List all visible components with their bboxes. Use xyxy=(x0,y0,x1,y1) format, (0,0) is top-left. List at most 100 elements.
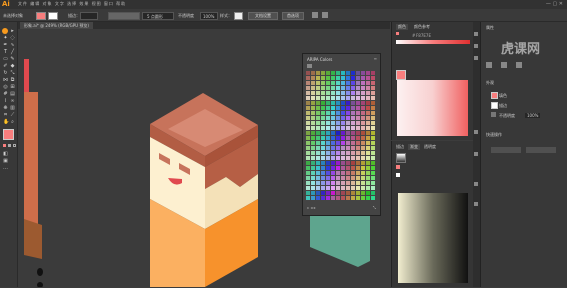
swatch-chip[interactable] xyxy=(326,156,330,160)
swatch-chip[interactable] xyxy=(316,166,320,170)
swatch-chip[interactable] xyxy=(351,111,355,115)
swatch-chip[interactable] xyxy=(351,176,355,180)
swatch-chip[interactable] xyxy=(366,91,370,95)
stroke-swatch[interactable] xyxy=(48,12,58,20)
none-mode-icon[interactable] xyxy=(13,144,16,147)
swatch-chip[interactable] xyxy=(371,131,375,135)
curvature-icon[interactable]: ∿ xyxy=(10,43,15,48)
swatch-chip[interactable] xyxy=(306,96,310,100)
dock-icon-4[interactable] xyxy=(474,130,478,134)
artboard-icon[interactable]: ⌗ xyxy=(3,113,8,118)
swatch-chip[interactable] xyxy=(336,181,340,185)
swatch-chip[interactable] xyxy=(351,171,355,175)
swatch-chip[interactable] xyxy=(336,126,340,130)
swatch-chip[interactable] xyxy=(351,121,355,125)
gradient-stroke-indicator[interactable] xyxy=(396,173,400,177)
swatch-chip[interactable] xyxy=(341,156,345,160)
swatch-chip[interactable] xyxy=(321,126,325,130)
swatch-chip[interactable] xyxy=(321,191,325,195)
swatch-chip[interactable] xyxy=(371,86,375,90)
swatch-chip[interactable] xyxy=(331,121,335,125)
swatch-chip[interactable] xyxy=(346,131,350,135)
swatch-chip[interactable] xyxy=(346,121,350,125)
swatch-chip[interactable] xyxy=(346,146,350,150)
swatch-chip[interactable] xyxy=(351,71,355,75)
swatch-chip[interactable] xyxy=(316,131,320,135)
swatch-chip[interactable] xyxy=(341,176,345,180)
shaper-icon[interactable]: ✐ xyxy=(3,64,8,69)
gradient-tool-icon[interactable]: ▤ xyxy=(10,92,15,97)
swatch-chip[interactable] xyxy=(366,101,370,105)
swatch-chip[interactable] xyxy=(311,126,315,130)
swatch-chip[interactable] xyxy=(336,146,340,150)
swatch-chip[interactable] xyxy=(356,81,360,85)
swatch-chip[interactable] xyxy=(331,126,335,130)
swatch-chip[interactable] xyxy=(351,76,355,80)
swatch-chip[interactable] xyxy=(311,71,315,75)
swatch-chip[interactable] xyxy=(361,146,365,150)
lasso-icon[interactable]: ◌ xyxy=(10,36,15,41)
swatch-chip[interactable] xyxy=(341,111,345,115)
variable-width-profile[interactable] xyxy=(108,12,140,20)
swatch-chip[interactable] xyxy=(361,171,365,175)
swatch-chip[interactable] xyxy=(321,101,325,105)
swatch-chip[interactable] xyxy=(311,131,315,135)
swatch-chip[interactable] xyxy=(331,176,335,180)
dock-icon-5[interactable] xyxy=(474,152,478,156)
panel-resize-icon[interactable]: ⤡ xyxy=(373,205,376,210)
swatch-chip[interactable] xyxy=(346,191,350,195)
swatch-chip[interactable] xyxy=(316,191,320,195)
swatch-chip[interactable] xyxy=(356,76,360,80)
swatch-chip[interactable] xyxy=(366,166,370,170)
opacity-field[interactable]: 100% xyxy=(200,12,218,20)
swatch-chip[interactable] xyxy=(336,106,340,110)
rulers-icon[interactable] xyxy=(516,62,522,68)
swatch-chip[interactable] xyxy=(336,91,340,95)
swatch-chip[interactable] xyxy=(321,141,325,145)
swatch-chip[interactable] xyxy=(336,86,340,90)
swatch-chip[interactable] xyxy=(336,116,340,120)
swatch-chip[interactable] xyxy=(321,161,325,165)
swatch-chip[interactable] xyxy=(311,166,315,170)
tab-color[interactable]: 颜色 xyxy=(396,24,408,30)
swatch-chip[interactable] xyxy=(346,96,350,100)
swatch-chip[interactable] xyxy=(371,76,375,80)
fill-color-icon[interactable] xyxy=(3,129,14,140)
swatch-chip[interactable] xyxy=(361,71,365,75)
swatch-chip[interactable] xyxy=(306,191,310,195)
swatch-chip[interactable] xyxy=(341,106,345,110)
swatch-chip[interactable] xyxy=(356,91,360,95)
swatch-chip[interactable] xyxy=(371,141,375,145)
dock-icon-3[interactable] xyxy=(474,56,478,60)
swatch-chip[interactable] xyxy=(306,166,310,170)
swatch-chip[interactable] xyxy=(371,111,375,115)
gradient-mode-icon[interactable] xyxy=(8,144,11,147)
swatch-chip[interactable] xyxy=(326,71,330,75)
swatch-chip[interactable] xyxy=(366,171,370,175)
swatch-chip[interactable] xyxy=(356,71,360,75)
swatch-chip[interactable] xyxy=(351,156,355,160)
swatch-chip[interactable] xyxy=(321,186,325,190)
swatch-chip[interactable] xyxy=(326,151,330,155)
swatch-chip[interactable] xyxy=(361,106,365,110)
swatch-chip[interactable] xyxy=(371,186,375,190)
swatch-chip[interactable] xyxy=(316,86,320,90)
swatch-chip[interactable] xyxy=(346,151,350,155)
swatch-chip[interactable] xyxy=(366,156,370,160)
swatch-chip[interactable] xyxy=(366,196,370,200)
swatch-chip[interactable] xyxy=(371,96,375,100)
menu-items[interactable]: 文件 编辑 对象 文字 选择 效果 视图 窗口 帮助 xyxy=(18,1,126,7)
swatch-chip[interactable] xyxy=(356,166,360,170)
swatch-chip[interactable] xyxy=(336,81,340,85)
blend-icon[interactable]: ∞ xyxy=(10,99,15,104)
swatch-chip[interactable] xyxy=(346,71,350,75)
swatch-chip[interactable] xyxy=(311,81,315,85)
eraser-icon[interactable]: ◆ xyxy=(10,64,15,69)
swatch-chip[interactable] xyxy=(326,171,330,175)
swatch-chip[interactable] xyxy=(331,116,335,120)
swatch-chip[interactable] xyxy=(321,86,325,90)
swatch-chip[interactable] xyxy=(341,146,345,150)
swatch-chip[interactable] xyxy=(311,111,315,115)
swatch-chip[interactable] xyxy=(371,116,375,120)
swatch-chip[interactable] xyxy=(321,81,325,85)
